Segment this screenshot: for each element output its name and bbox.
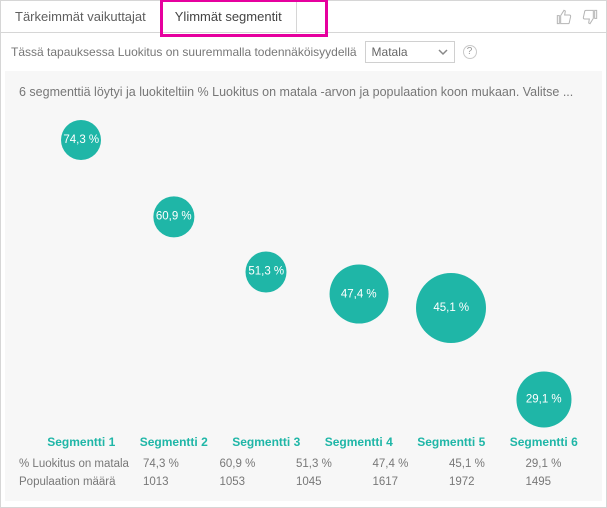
pct-cell: 29,1 % — [514, 458, 591, 470]
pop-cell: 1053 — [208, 476, 285, 488]
target-value-label: Matala — [372, 45, 408, 59]
segment-bubble[interactable]: 29,1 % — [516, 372, 571, 427]
segment-metrics-table: % Luokitus on matala 74,3 %60,9 %51,3 %4… — [17, 455, 590, 491]
plot-column: 60,9 % — [128, 107, 221, 423]
chevron-down-icon — [438, 47, 448, 57]
segment-label[interactable]: Segmentti 1 — [35, 435, 128, 449]
help-icon[interactable]: ? — [463, 45, 477, 59]
segment-bubble[interactable]: 60,9 % — [153, 196, 194, 237]
segment-label[interactable]: Segmentti 3 — [220, 435, 313, 449]
pop-cell: 1045 — [284, 476, 361, 488]
plot-description: 6 segmenttiä löytyi ja luokiteltiin % Lu… — [5, 71, 602, 107]
pop-cell: 1617 — [361, 476, 438, 488]
segments-plot-area: 6 segmenttiä löytyi ja luokiteltiin % Lu… — [5, 71, 602, 501]
subheader-text: Tässä tapauksessa Luokitus on suuremmall… — [11, 45, 357, 59]
analysis-subheader: Tässä tapauksessa Luokitus on suuremmall… — [1, 33, 606, 71]
plot-column: 45,1 % — [405, 107, 498, 423]
pct-cell: 60,9 % — [208, 458, 285, 470]
thumbs-down-icon[interactable] — [582, 9, 598, 25]
plot-column: 29,1 % — [498, 107, 591, 423]
segment-label[interactable]: Segmentti 4 — [313, 435, 406, 449]
plot-column: 47,4 % — [313, 107, 406, 423]
thumbs-up-icon[interactable] — [556, 9, 572, 25]
pop-cell: 1972 — [437, 476, 514, 488]
pct-cell: 74,3 % — [131, 458, 208, 470]
tab-key-influencers[interactable]: Tärkeimmät vaikuttajat — [1, 1, 161, 32]
segment-bubble[interactable]: 45,1 % — [416, 273, 486, 343]
tab-top-segments[interactable]: Ylimmät segmentit — [161, 1, 297, 32]
bubble-plot: 74,3 % 60,9 % 51,3 % 47,4 % 45,1 %29,1 % — [35, 107, 590, 423]
segment-bubble[interactable]: 51,3 % — [246, 251, 287, 292]
feedback-actions — [548, 1, 606, 32]
segment-label[interactable]: Segmentti 2 — [128, 435, 221, 449]
segment-bubble[interactable]: 74,3 % — [61, 120, 101, 160]
row-header-pop: Populaation määrä — [17, 476, 131, 488]
pct-cell: 47,4 % — [361, 458, 438, 470]
pop-cell: 1013 — [131, 476, 208, 488]
key-influencers-visual: Tärkeimmät vaikuttajat Ylimmät segmentit… — [0, 0, 607, 508]
segment-label[interactable]: Segmentti 6 — [498, 435, 591, 449]
pop-cell: 1495 — [514, 476, 591, 488]
tabs-row: Tärkeimmät vaikuttajat Ylimmät segmentit — [1, 1, 606, 33]
row-header-pct: % Luokitus on matala — [17, 458, 131, 470]
pct-cell: 45,1 % — [437, 458, 514, 470]
plot-column: 74,3 % — [35, 107, 128, 423]
plot-column: 51,3 % — [220, 107, 313, 423]
segment-bubble[interactable]: 47,4 % — [329, 265, 388, 324]
pct-cell: 51,3 % — [284, 458, 361, 470]
target-value-select[interactable]: Matala — [365, 41, 455, 63]
segment-label[interactable]: Segmentti 5 — [405, 435, 498, 449]
x-axis-labels: Segmentti 1Segmentti 2Segmentti 3Segment… — [35, 429, 590, 449]
